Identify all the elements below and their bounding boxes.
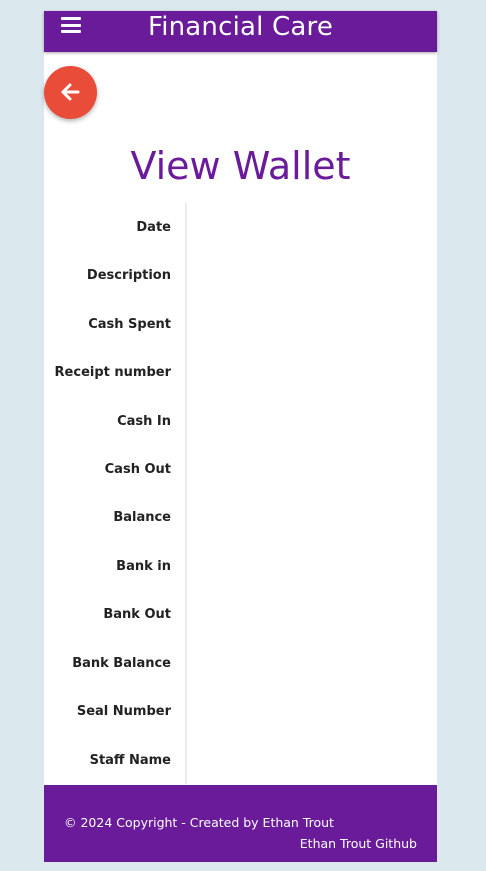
field-label-staff-name: Staff Name (89, 753, 171, 768)
copyright-text: © 2024 Copyright - Created by Ethan Trou… (64, 815, 334, 830)
brand-title[interactable]: Financial Care (44, 11, 437, 43)
arrow-left-icon (61, 83, 80, 101)
field-label-seal-number: Seal Number (76, 704, 171, 719)
field-label-receipt-number: Receipt number (54, 365, 171, 380)
field-label-bank-in: Bank in (116, 559, 171, 574)
field-label-cash-out: Cash Out (104, 462, 171, 477)
field-label-date: Date (136, 220, 171, 235)
field-label-bank-out: Bank Out (103, 607, 171, 622)
table-divider (185, 203, 187, 784)
field-label-cash-in: Cash In (117, 414, 171, 429)
footer: © 2024 Copyright - Created by Ethan Trou… (44, 785, 437, 862)
app-container: Financial Care View Wallet Date Descript… (44, 11, 437, 862)
field-label-bank-balance: Bank Balance (72, 656, 171, 671)
navbar: Financial Care (44, 11, 437, 52)
back-button[interactable] (44, 66, 97, 119)
field-label-balance: Balance (113, 510, 171, 525)
github-link[interactable]: Ethan Trout Github (300, 836, 417, 851)
page-title: View Wallet (130, 144, 351, 188)
field-label-description: Description (86, 268, 171, 283)
field-label-cash-spent: Cash Spent (88, 317, 171, 332)
